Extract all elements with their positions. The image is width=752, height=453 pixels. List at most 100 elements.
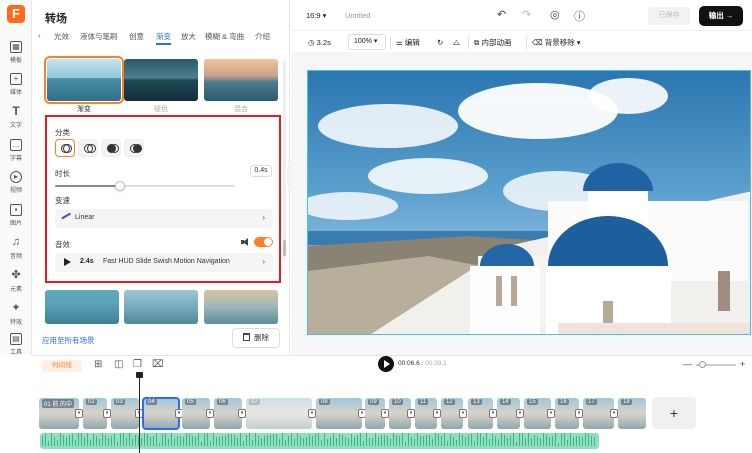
transition-thumb-gradient[interactable] (44, 56, 124, 104)
effects-icon: ✦ (11, 302, 21, 314)
rail-item-video[interactable]: ▸ 视频 (0, 170, 32, 200)
bg-remove-tool[interactable]: ⌫ 背景移除 ▾ (532, 34, 581, 52)
rail-item-image[interactable]: ▪ 图片 (0, 203, 32, 233)
transition-marker-icon[interactable]: ⏸ (610, 409, 618, 418)
flip-icon[interactable]: ⧍ (453, 34, 460, 52)
waveform-bar (144, 433, 145, 446)
rail-item-template[interactable]: ▦ 模板 (0, 40, 32, 70)
tab-gradient[interactable]: 渐变 (156, 31, 171, 45)
transition-thumb[interactable] (124, 290, 198, 324)
trash-icon[interactable]: ⌧ (152, 359, 164, 370)
clip-number: 10 (392, 399, 403, 405)
tab-liquid-brush[interactable]: 液体与笔刷 (80, 31, 118, 42)
easing-curve-icon (61, 212, 71, 219)
transition-thumb-fade[interactable] (124, 59, 198, 101)
transition-marker-icon[interactable]: ⏸ (206, 409, 214, 418)
play-icon[interactable] (64, 258, 71, 266)
transition-marker-icon[interactable]: ⏸ (516, 409, 524, 418)
sound-select[interactable]: 2.4s Fast HUD Slide Swish Motion Navigat… (55, 253, 273, 272)
waveform-bar (555, 433, 556, 446)
tab-intro[interactable]: 介绍 (255, 31, 270, 42)
transition-marker-icon[interactable]: ⏸ (238, 409, 246, 418)
duration-tool[interactable]: ◷ 3.2s (308, 34, 331, 52)
variant-4[interactable] (124, 139, 144, 157)
add-clip-icon[interactable]: ⊞ (94, 359, 102, 370)
rail-item-audio[interactable]: ♫ 音频 (0, 236, 32, 266)
variant-2[interactable] (78, 139, 98, 157)
export-label: 输出 (708, 11, 724, 20)
transition-marker-icon[interactable]: ⏸ (308, 409, 316, 418)
screenshot-icon[interactable]: ◎ (550, 8, 560, 21)
export-button[interactable]: 输出 → (699, 6, 743, 26)
timeline-clip[interactable]: 07 (246, 398, 312, 429)
add-scene-button[interactable]: + (652, 397, 696, 429)
timeline-zoom-knob[interactable] (699, 361, 706, 368)
video-preview[interactable] (307, 70, 751, 335)
transition-marker-icon[interactable]: ⏸ (575, 409, 583, 418)
zoom-out-icon[interactable]: — (683, 359, 692, 369)
panel-title: 转场 (45, 13, 67, 25)
transition-thumb[interactable] (204, 290, 278, 324)
timeline-clip[interactable]: 08 (316, 398, 362, 429)
rail-item-subtitle[interactable]: … 字幕 (0, 138, 32, 168)
rail-item-elements[interactable]: ✤ 元素 (0, 269, 32, 299)
redo-icon[interactable]: ↷ (522, 8, 531, 21)
split-icon[interactable]: ◫ (114, 359, 123, 370)
play-button[interactable] (378, 356, 394, 372)
delete-button[interactable]: 删除 (232, 328, 280, 348)
edit-tool[interactable]: ⚌ 编辑 (396, 34, 420, 52)
undo-icon[interactable]: ↶ (497, 8, 506, 21)
timeline-clip[interactable]: 18 (618, 398, 646, 429)
rail-item-text[interactable]: T 文字 (0, 105, 32, 135)
duration-slider[interactable] (55, 181, 235, 191)
transition-thumb-blend[interactable] (204, 59, 278, 101)
copy-icon[interactable]: ❐ (133, 359, 142, 370)
tab-blur-warp[interactable]: 模糊 & 弯曲 (205, 31, 244, 42)
timeline-clip[interactable]: 04 (142, 397, 180, 430)
clip-number: 03 (114, 399, 125, 405)
tab-light[interactable]: 光效 (54, 31, 69, 42)
variant-3[interactable] (101, 139, 121, 157)
timeline-clip[interactable]: 01 前 的中 (39, 398, 79, 429)
timeline-badge[interactable]: 时间线 (42, 360, 82, 372)
duration-slider-knob[interactable] (114, 181, 125, 191)
tab-creative[interactable]: 创意 (129, 31, 144, 42)
speaker-icon[interactable] (241, 238, 250, 246)
apply-to-all-link[interactable]: 应用至所有场景 (42, 335, 95, 346)
variant-1[interactable] (55, 139, 75, 157)
waveform-bar (345, 437, 346, 446)
transition-marker-icon[interactable]: ⏸ (459, 409, 467, 418)
transition-marker-icon[interactable]: ⏸ (407, 409, 415, 418)
duration-value[interactable]: 0.4s (250, 165, 272, 177)
transition-thumb[interactable] (45, 290, 119, 324)
transition-marker-icon[interactable]: ⏸ (547, 409, 555, 418)
transition-marker-icon[interactable]: ⏸ (381, 409, 389, 418)
rotate-icon[interactable]: ↻ (437, 34, 443, 52)
transition-marker-icon[interactable]: ⏸ (433, 409, 441, 418)
panel-scrollbar[interactable] (283, 60, 286, 260)
sound-toggle[interactable] (254, 237, 273, 247)
easing-value: Linear (75, 214, 95, 221)
waveform-bar (321, 439, 322, 446)
aspect-ratio-select[interactable]: 16:9 ▾ (306, 11, 326, 20)
rail-item-media[interactable]: + 媒体 (0, 72, 32, 102)
waveform-bar (108, 437, 109, 446)
transition-marker-icon[interactable]: ⏸ (489, 409, 497, 418)
help-icon[interactable]: ⓘ (574, 8, 585, 24)
zoom-in-icon[interactable]: + (740, 359, 745, 369)
waveform-bar (552, 436, 553, 446)
waveform-bar (102, 433, 103, 446)
transition-marker-icon[interactable]: ⏸ (103, 409, 111, 418)
zoom-select[interactable]: 100% ▾ (348, 34, 386, 50)
inner-animation-tool[interactable]: ⧉ 内部动画 (474, 34, 511, 52)
waveform-bar (456, 439, 457, 446)
tab-zoom[interactable]: 放大 (181, 31, 196, 42)
transition-marker-icon[interactable]: ⏸ (75, 409, 83, 418)
rail-item-effects[interactable]: ✦ 特效 (0, 302, 32, 332)
document-title[interactable]: Untitled (345, 11, 370, 20)
easing-select[interactable]: Linear › (55, 209, 273, 228)
delete-label: 删除 (254, 333, 269, 342)
rail-item-tools[interactable]: ▤ 工具 (0, 332, 32, 362)
audio-track[interactable] (40, 433, 599, 449)
playhead[interactable] (136, 372, 143, 453)
